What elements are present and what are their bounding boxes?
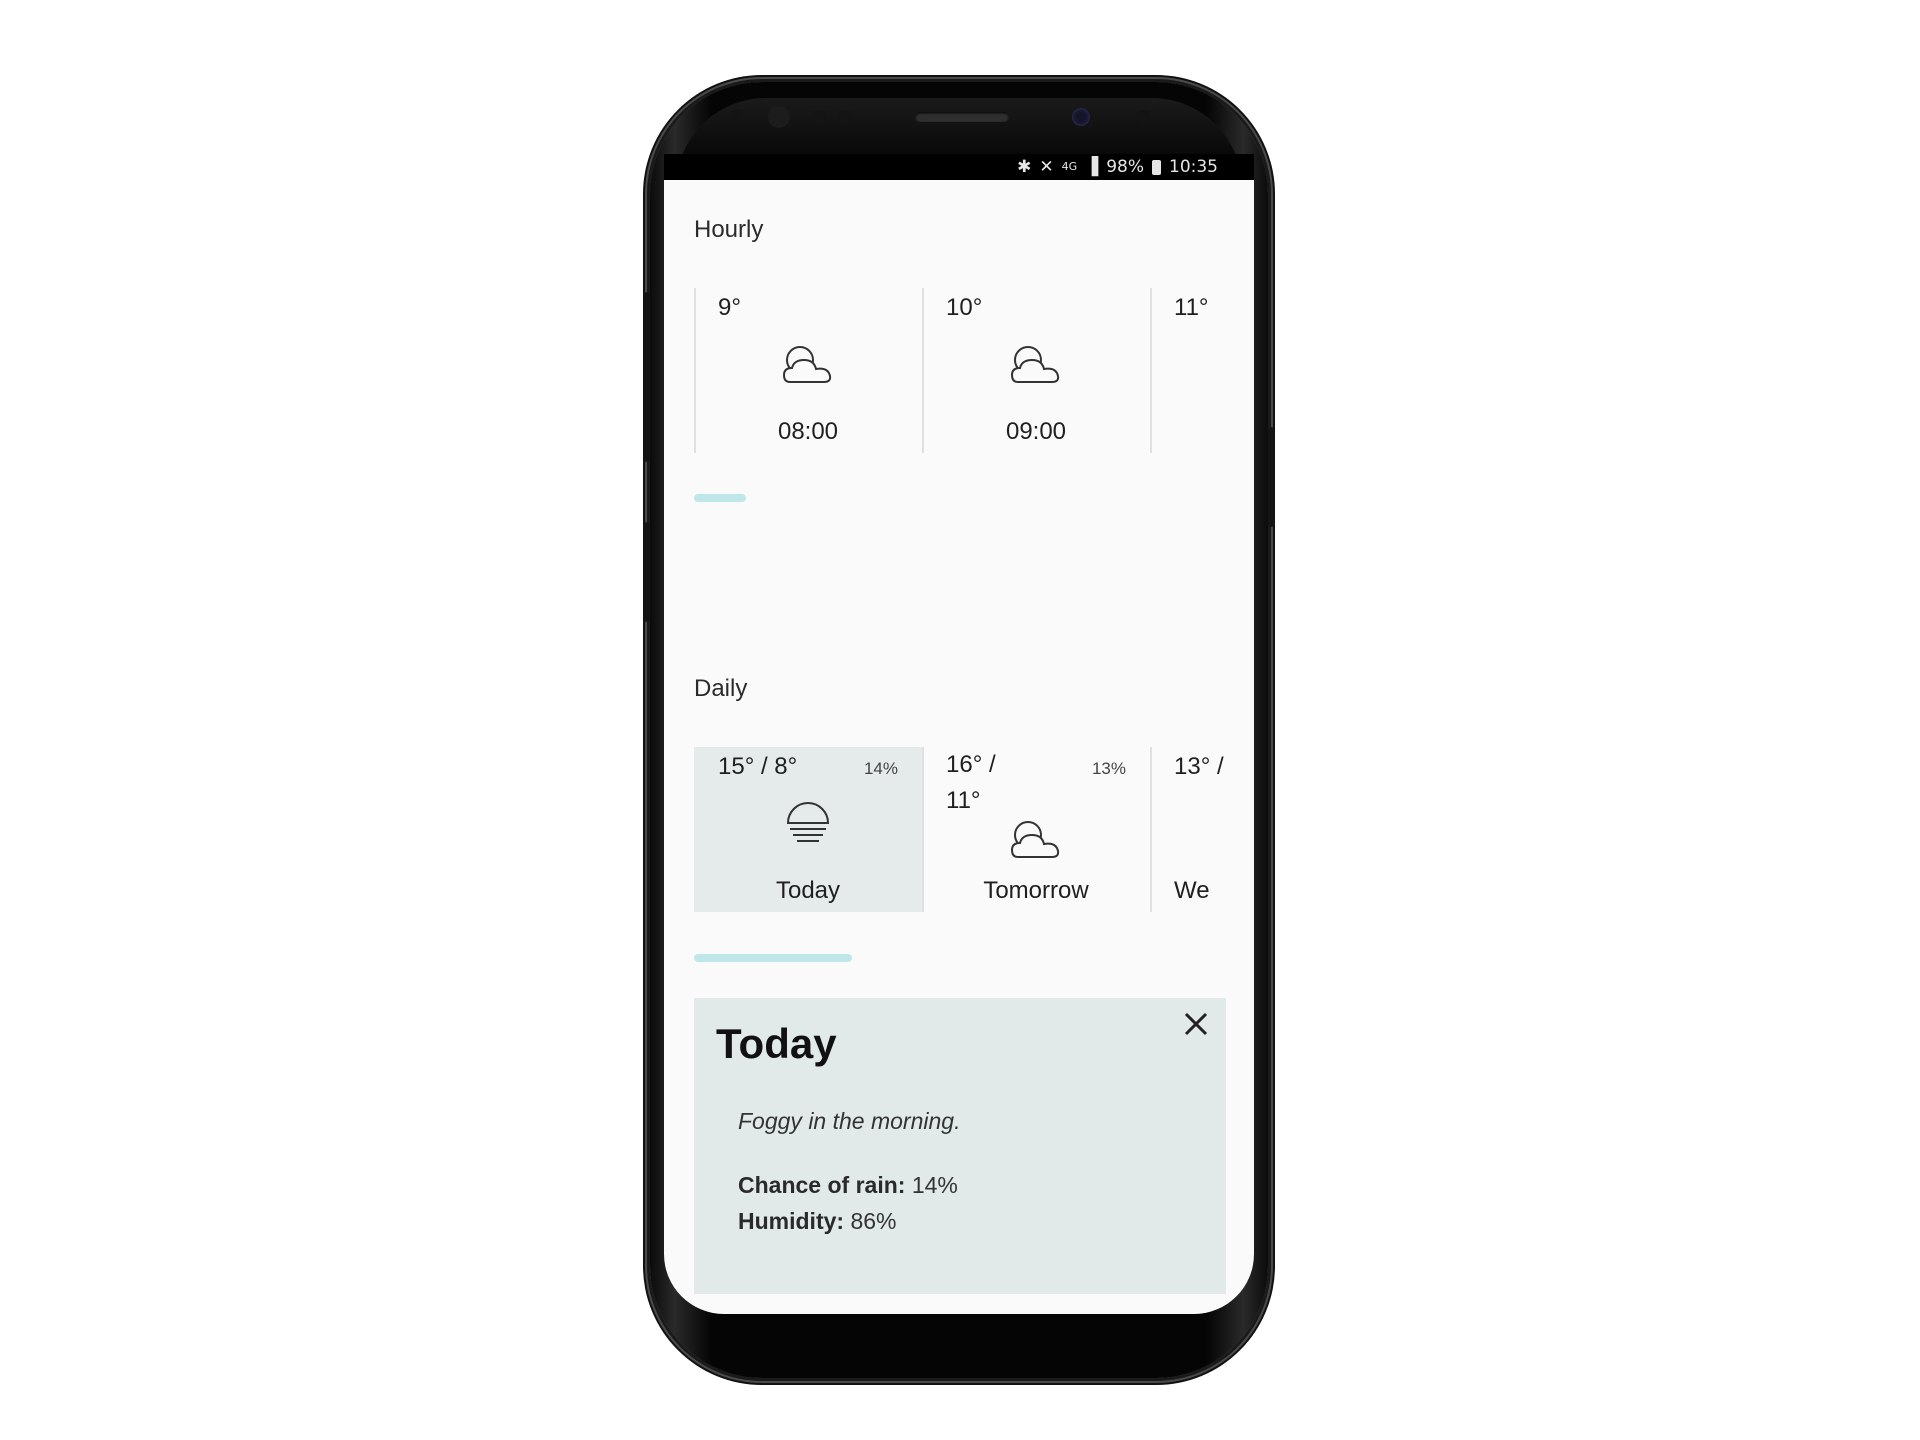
earpiece-speaker <box>915 112 1009 122</box>
volume-button <box>644 522 650 622</box>
section-title-hourly: Hourly <box>694 216 764 243</box>
sensor-icon <box>838 110 852 124</box>
iris-scanner-icon <box>768 106 790 128</box>
4g-icon: 4G <box>1061 160 1078 173</box>
daily-label: Tomorrow <box>983 877 1089 904</box>
status-bar: ✱ ✕ 4G ▐ 98% 10:35 <box>664 154 1254 180</box>
mute-icon: ✕ <box>1039 157 1054 177</box>
sensor-icon <box>813 110 827 124</box>
hourly-card[interactable]: 10° 09:00 <box>922 288 1150 453</box>
daily-scroll-indicator[interactable] <box>694 954 852 962</box>
section-title-daily: Daily <box>694 675 748 702</box>
daily-temp: 15° / 8° <box>718 753 798 780</box>
humidity-row: Humidity: 86% <box>738 1208 897 1235</box>
divider <box>1150 747 1152 912</box>
phone-frame: ✱ ✕ 4G ▐ 98% 10:35 Hourly 9° 08:00 10° 0… <box>644 82 1274 1378</box>
daily-rain: 14% <box>863 759 898 778</box>
hourly-time: 09:00 <box>1005 418 1067 445</box>
daily-card-today[interactable]: 15° / 8° 14% Today <box>694 747 922 912</box>
partly-cloudy-icon <box>1008 340 1064 392</box>
partly-cloudy-icon <box>780 340 836 392</box>
detail-title: Today <box>716 1020 837 1067</box>
daily-rain: 13% <box>1091 759 1126 778</box>
close-icon <box>1184 1012 1208 1036</box>
bluetooth-icon: ✱ <box>1017 157 1032 177</box>
rain-chance-row: Chance of rain: 14% <box>738 1172 958 1199</box>
screen: ✱ ✕ 4G ▐ 98% 10:35 Hourly 9° 08:00 10° 0… <box>664 154 1254 1314</box>
daily-card-tomorrow[interactable]: 16° / 11° 13% Tomorrow <box>922 747 1150 912</box>
weather-app: Hourly 9° 08:00 10° 09:00 11° Daily 15° … <box>664 180 1254 1314</box>
hourly-temp: 10° <box>946 294 983 321</box>
signal-icon: ▐ <box>1085 157 1099 177</box>
power-button <box>1268 427 1274 527</box>
status-time: 10:35 <box>1169 157 1218 177</box>
humidity-label: Humidity: <box>738 1208 845 1234</box>
battery-icon <box>1152 159 1161 175</box>
daily-label: Today <box>775 877 841 904</box>
daily-temp: 13° / <box>1174 753 1224 780</box>
sensor-icon <box>731 109 743 121</box>
close-button[interactable] <box>1176 1004 1216 1044</box>
partly-cloudy-icon <box>1008 815 1064 867</box>
front-camera-icon <box>1072 108 1090 126</box>
detail-description: Foggy in the morning. <box>738 1108 961 1134</box>
hourly-card[interactable]: 9° 08:00 <box>694 288 922 453</box>
humidity-value: 86% <box>850 1208 897 1234</box>
daily-temp: 16° / 11° <box>946 751 996 814</box>
daily-card-wednesday[interactable]: 13° / We <box>1150 747 1226 912</box>
daily-label: We <box>1174 877 1210 904</box>
battery-percent: 98% <box>1106 157 1144 177</box>
sensor-icon <box>1136 110 1150 124</box>
bixby-button <box>644 292 650 462</box>
hourly-card[interactable]: 11° <box>1150 288 1254 453</box>
fog-icon <box>780 795 836 847</box>
hourly-time: 08:00 <box>777 418 839 445</box>
rain-chance-value: 14% <box>911 1172 958 1198</box>
rain-chance-label: Chance of rain: <box>738 1172 906 1198</box>
divider <box>1150 288 1152 453</box>
detail-panel: Today Foggy in the morning. Chance of ra… <box>694 998 1226 1294</box>
hourly-temp: 11° <box>1174 294 1209 321</box>
hourly-temp: 9° <box>718 294 741 321</box>
hourly-scroll-indicator[interactable] <box>694 494 746 502</box>
